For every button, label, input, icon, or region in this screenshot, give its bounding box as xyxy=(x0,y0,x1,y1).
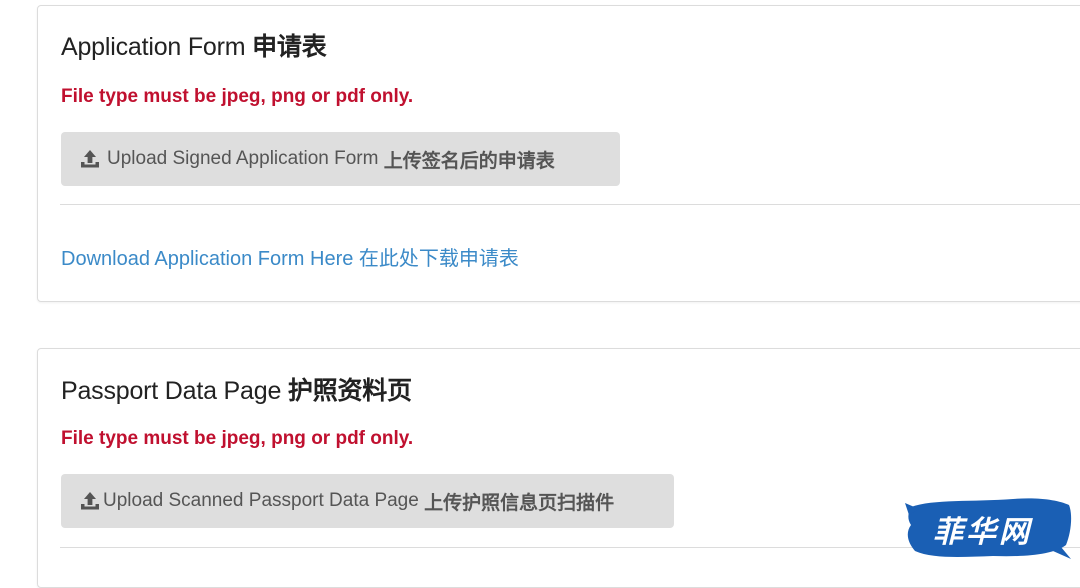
upload-scanned-passport-button[interactable]: Upload Scanned Passport Data Page 上传护照信息… xyxy=(61,474,674,528)
application-form-card: Application Form 申请表 File type must be j… xyxy=(37,5,1080,302)
watermark-text: 菲华网 xyxy=(933,515,1032,550)
upload-button-label-cn: 上传护照信息页扫描件 xyxy=(424,492,615,514)
file-type-warning: File type must be jpeg, png or pdf only. xyxy=(61,86,414,107)
upload-signed-application-form-button[interactable]: Upload Signed Application Form 上传签名后的申请表 xyxy=(61,132,620,186)
passport-data-page-title-cn: 护照资料页 xyxy=(287,377,412,405)
upload-icon xyxy=(81,150,99,168)
upload-button-label-cn: 上传签名后的申请表 xyxy=(383,150,555,172)
application-form-title-en: Application Form xyxy=(61,33,246,61)
file-type-warning: File type must be jpeg, png or pdf only. xyxy=(61,428,414,449)
application-form-title: Application Form 申请表 xyxy=(61,27,327,63)
upload-icon xyxy=(81,492,99,510)
upload-button-label: Upload Scanned Passport Data Page xyxy=(103,490,419,511)
upload-button-label: Upload Signed Application Form xyxy=(107,148,379,169)
passport-data-page-title-en: Passport Data Page xyxy=(61,377,282,405)
passport-data-page-title: Passport Data Page 护照资料页 xyxy=(61,371,412,407)
section-divider xyxy=(60,204,1080,205)
download-application-form-link[interactable]: Download Application Form Here 在此处下载申请表 xyxy=(61,242,519,271)
application-form-title-cn: 申请表 xyxy=(252,33,327,61)
watermark-logo: 菲华网 xyxy=(903,493,1073,563)
